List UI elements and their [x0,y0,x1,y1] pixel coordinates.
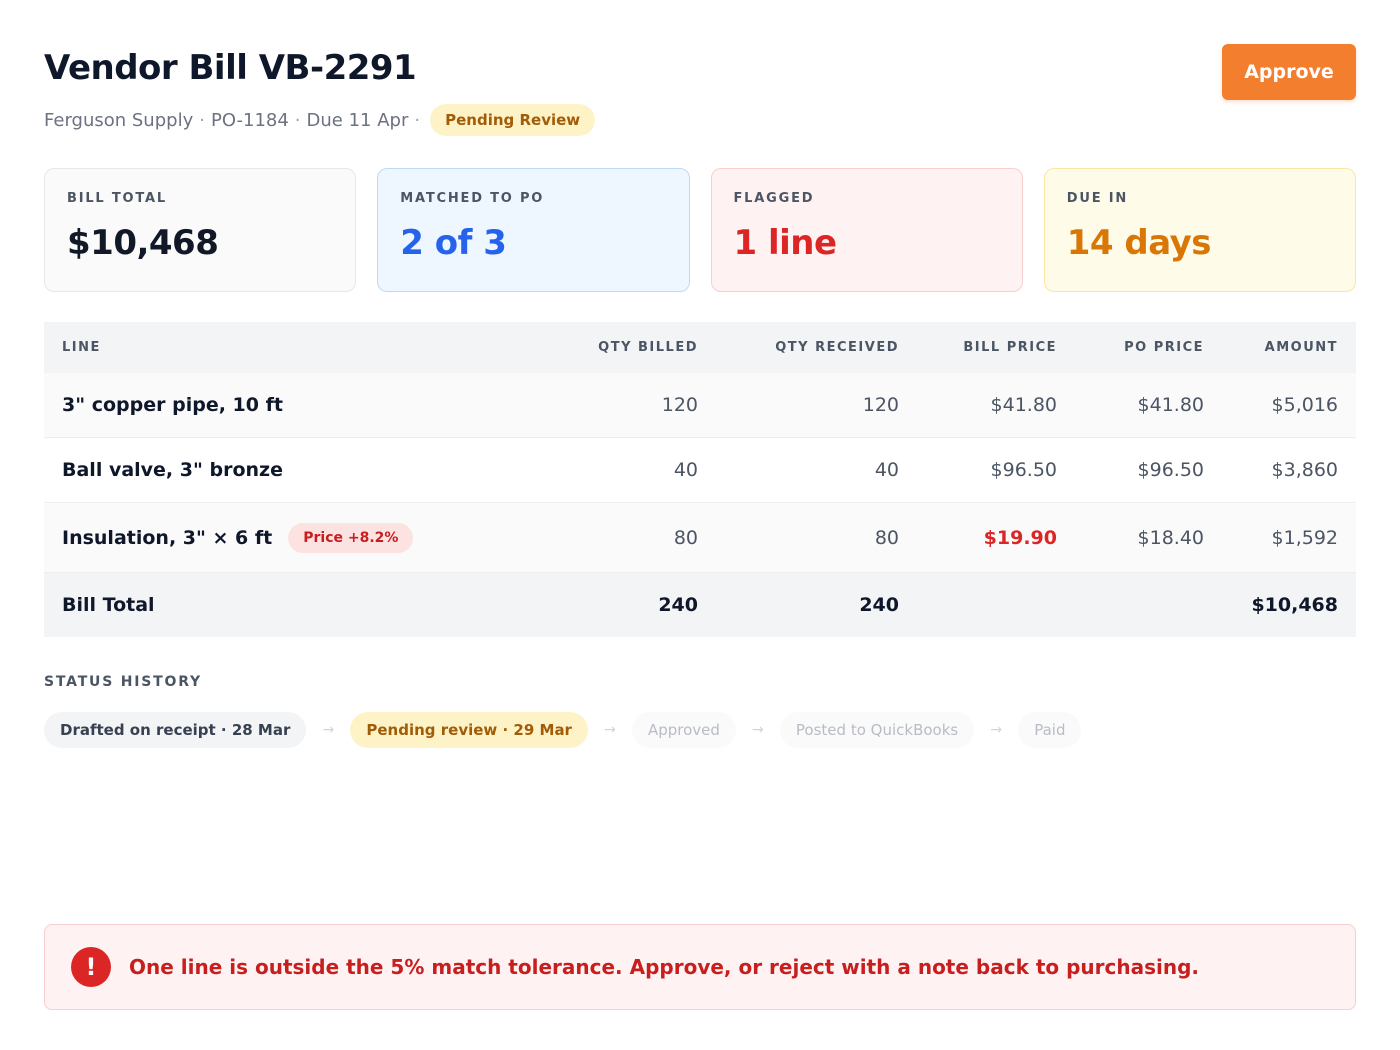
status-badge: Pending Review [430,104,596,136]
amount-cell: $1,592 [1271,526,1338,549]
stat-card-flagged: FLAGGED 1 line [710,168,1023,292]
status-step-pending-review: Pending review · 29 Mar [350,712,588,748]
stat-card-due-in: DUE IN 14 days [1043,168,1356,292]
line-description: Ball valve, 3" bronze [62,459,283,481]
arrow-right-icon: → [604,722,616,738]
table-header: LINE QTY BILLED QTY RECEIVED BILL PRICE … [44,322,1356,373]
po-price-cell: $18.40 [1137,526,1204,549]
page-title: Vendor Bill VB-2291 [44,48,417,88]
line-description: 3" copper pipe, 10 ft [62,394,283,416]
qty-billed-cell: 80 [673,526,698,549]
column-header-qty-billed: QTY BILLED [598,340,698,355]
qty-received-cell: 120 [862,394,899,416]
price-variance-badge: Price +8.2% [288,522,414,553]
qty-billed-cell: 120 [661,394,698,416]
table-row[interactable]: 3" copper pipe, 10 ft 120 120 $41.80 $41… [44,373,1356,438]
column-header-bill-price: BILL PRICE [963,340,1057,355]
due-date: Due 11 Apr [306,109,409,131]
qty-received-cell: 80 [874,526,899,549]
status-history: Drafted on receipt · 28 Mar → Pending re… [44,712,1082,748]
total-amount: $10,468 [1251,594,1338,616]
column-header-po-price: PO PRICE [1124,340,1204,355]
table-total-row: Bill Total 240 240 $10,468 [44,573,1356,637]
stat-value: 2 of 3 [400,223,507,263]
meta-separator: · [414,109,421,131]
stat-label: MATCHED TO PO [400,191,545,206]
table-row-flagged[interactable]: Insulation, 3" × 6 ft Price +8.2% 80 80 … [44,503,1356,573]
column-header-qty-received: QTY RECEIVED [775,340,899,355]
qty-received-cell: 40 [874,459,899,481]
po-price-cell: $41.80 [1137,394,1204,416]
stat-label: FLAGGED [733,191,815,206]
status-step-paid: Paid [1018,712,1082,748]
stat-card-matched: MATCHED TO PO 2 of 3 [377,168,690,292]
arrow-right-icon: → [322,722,335,738]
stat-value: $10,468 [67,223,219,263]
stat-label: DUE IN [1066,191,1129,206]
meta-separator: · [199,109,205,131]
alert-message: One line is outside the 5% match toleran… [129,955,1200,979]
bill-lines-table: LINE QTY BILLED QTY RECEIVED BILL PRICE … [44,322,1356,637]
status-step-posted: Posted to QuickBooks [779,712,975,748]
column-header-amount: AMOUNT [1264,340,1338,355]
page-header: Vendor Bill VB-2291 Ferguson Supply · PO… [44,44,1356,140]
meta-separator: · [294,109,301,131]
stat-cards: BILL TOTAL $10,468 MATCHED TO PO 2 of 3 … [44,168,1356,292]
vendor-bill-page: Vendor Bill VB-2291 Ferguson Supply · PO… [44,44,1356,1010]
vendor-name: Ferguson Supply [44,109,194,131]
stat-value: 1 line [733,223,838,263]
stat-label: BILL TOTAL [67,191,167,206]
stat-card-bill-total: BILL TOTAL $10,468 [44,168,357,292]
amount-cell: $5,016 [1271,394,1338,416]
amount-cell: $3,860 [1271,459,1338,481]
qty-billed-cell: 40 [673,459,698,481]
status-history-title: STATUS HISTORY [44,674,202,690]
tolerance-alert: ! One line is outside the 5% match toler… [44,924,1356,1010]
exclamation-icon: ! [71,947,111,987]
bill-price-cell-flagged: $19.90 [983,526,1057,549]
column-header-line: LINE [62,340,101,355]
total-qty-billed: 240 [658,594,698,616]
line-description: Insulation, 3" × 6 ft [62,526,273,549]
status-step-approved: Approved [631,712,736,748]
bill-price-cell: $41.80 [990,394,1057,416]
po-number: PO-1184 [210,109,289,131]
stat-value: 14 days [1066,223,1212,263]
table-body: 3" copper pipe, 10 ft 120 120 $41.80 $41… [44,373,1356,573]
total-qty-received: 240 [859,594,899,616]
approve-button[interactable]: Approve [1222,44,1356,100]
arrow-right-icon: → [752,722,764,738]
table-row[interactable]: Ball valve, 3" bronze 40 40 $96.50 $96.5… [44,438,1356,503]
bill-price-cell: $96.50 [990,459,1057,481]
status-step-drafted: Drafted on receipt · 28 Mar [44,712,307,748]
po-price-cell: $96.50 [1137,459,1204,481]
total-label: Bill Total [62,594,155,616]
bill-meta: Ferguson Supply · PO-1184 · Due 11 Apr ·… [44,102,596,138]
arrow-right-icon: → [990,722,1003,738]
